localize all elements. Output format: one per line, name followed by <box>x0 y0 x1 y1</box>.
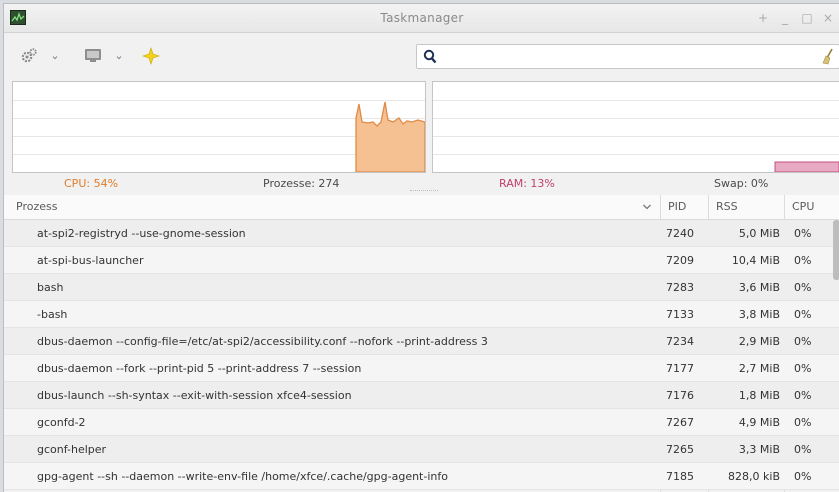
table-row[interactable]: gconfd-2 7267 4,9 MiB 0% <box>4 409 839 436</box>
select-window-button[interactable] <box>140 45 162 67</box>
table-row[interactable]: dbus-daemon --config-file=/etc/at-spi2/a… <box>4 328 839 355</box>
chevron-down-icon[interactable] <box>642 201 652 215</box>
toolbar: ⌄ ⌄ <box>4 33 839 79</box>
table-row[interactable]: at-spi-bus-launcher 7209 10,4 MiB 0% <box>4 247 839 274</box>
process-cpu: 0% <box>794 389 812 402</box>
process-cpu: 0% <box>794 254 812 267</box>
process-cpu: 0% <box>794 227 812 240</box>
minimize-button[interactable]: _ <box>776 8 794 28</box>
process-rss: 1,8 MiB <box>738 389 780 402</box>
process-rss: 3,3 MiB <box>738 443 780 456</box>
monitor-icon <box>85 49 101 62</box>
cpu-usage-area <box>355 101 425 172</box>
processes-stat: Prozesse: 274 <box>263 177 340 190</box>
vertical-scrollbar[interactable] <box>833 220 839 280</box>
search-icon <box>423 49 437 64</box>
process-cpu: 0% <box>794 281 812 294</box>
ram-stat: RAM: 13% <box>499 177 555 190</box>
process-rss: 3,8 MiB <box>738 308 780 321</box>
process-cpu: 0% <box>794 362 812 375</box>
column-header-rss[interactable]: RSS <box>716 195 776 219</box>
table-row[interactable]: dbus-launch --sh-syntax --exit-with-sess… <box>4 382 839 409</box>
table-row[interactable]: dbus-daemon --fork --print-pid 5 --print… <box>4 355 839 382</box>
process-name: dbus-daemon --config-file=/etc/at-spi2/a… <box>37 335 488 348</box>
maximize-button[interactable]: □ <box>798 8 816 28</box>
pane-resize-handle[interactable] <box>410 190 438 194</box>
process-name: gpg-agent --sh --daemon --write-env-file… <box>37 470 448 483</box>
pin-button[interactable]: + <box>754 8 772 28</box>
table-row[interactable]: bash 7283 3,6 MiB 0% <box>4 274 839 301</box>
process-cpu: 0% <box>794 443 812 456</box>
process-rss: 2,9 MiB <box>738 335 780 348</box>
table-row[interactable]: -bash 7133 3,8 MiB 0% <box>4 301 839 328</box>
column-header-process[interactable]: Prozess <box>16 195 646 219</box>
process-pid: 7185 <box>666 470 694 483</box>
process-rss: 2,7 MiB <box>738 362 780 375</box>
memory-graph <box>432 81 839 173</box>
view-dropdown-arrow[interactable]: ⌄ <box>110 45 128 67</box>
table-row[interactable]: at-spi2-registryd --use-gnome-session 72… <box>4 220 839 247</box>
process-name: dbus-daemon --fork --print-pid 5 --print… <box>37 362 362 375</box>
process-cpu: 0% <box>794 416 812 429</box>
process-rss: 3,6 MiB <box>738 281 780 294</box>
process-pid: 7176 <box>666 389 694 402</box>
process-name: dbus-launch --sh-syntax --exit-with-sess… <box>37 389 352 402</box>
column-header-cpu[interactable]: CPU <box>792 195 832 219</box>
process-cpu: 0% <box>794 470 812 483</box>
process-name: gconfd-2 <box>37 416 86 429</box>
close-button[interactable]: × <box>819 8 837 28</box>
process-name: at-spi-bus-launcher <box>37 254 144 267</box>
process-pid: 7240 <box>666 227 694 240</box>
settings-dropdown-arrow[interactable]: ⌄ <box>46 45 64 67</box>
title-bar[interactable]: Taskmanager + _ □ × <box>4 4 839 33</box>
process-table-header: Prozess PID RSS CPU <box>4 195 839 220</box>
process-rss: 4,9 MiB <box>738 416 780 429</box>
clear-icon[interactable] <box>821 48 835 65</box>
process-list: at-spi2-registryd --use-gnome-session 72… <box>4 220 839 492</box>
process-pid: 7265 <box>666 443 694 456</box>
process-name: -bash <box>37 308 68 321</box>
column-header-pid[interactable]: PID <box>668 195 708 219</box>
process-pid: 7209 <box>666 254 694 267</box>
cpu-stat: CPU: 54% <box>64 177 119 190</box>
window-title: Taskmanager <box>380 11 464 25</box>
search-input[interactable] <box>443 47 807 68</box>
process-pid: 7283 <box>666 281 694 294</box>
view-button[interactable] <box>82 45 104 67</box>
process-pid: 7234 <box>666 335 694 348</box>
gears-icon <box>21 48 37 63</box>
ram-usage-area <box>774 161 839 172</box>
process-pid: 7133 <box>666 308 694 321</box>
process-name: bash <box>37 281 64 294</box>
search-box[interactable] <box>416 44 839 69</box>
taskmanager-window: Taskmanager + _ □ × ⌄ ⌄ CPU: 54% Prozess… <box>3 3 839 492</box>
process-rss: 10,4 MiB <box>731 254 780 267</box>
cpu-graph <box>12 81 426 173</box>
swap-stat: Swap: 0% <box>714 177 769 190</box>
process-rss: 828,0 kiB <box>728 470 780 483</box>
process-pid: 7177 <box>666 362 694 375</box>
process-cpu: 0% <box>794 308 812 321</box>
process-cpu: 0% <box>794 335 812 348</box>
process-name: at-spi2-registryd --use-gnome-session <box>37 227 246 240</box>
crosshair-icon <box>142 47 160 65</box>
process-pid: 7267 <box>666 416 694 429</box>
process-name: gconf-helper <box>37 443 107 456</box>
table-row[interactable]: gpg-agent --sh --daemon --write-env-file… <box>4 463 839 490</box>
table-row[interactable]: gconf-helper 7265 3,3 MiB 0% <box>4 436 839 463</box>
process-rss: 5,0 MiB <box>738 227 780 240</box>
stats-bar: CPU: 54% Prozesse: 274 RAM: 13% Swap: 0% <box>4 174 839 194</box>
settings-button[interactable] <box>18 45 40 67</box>
